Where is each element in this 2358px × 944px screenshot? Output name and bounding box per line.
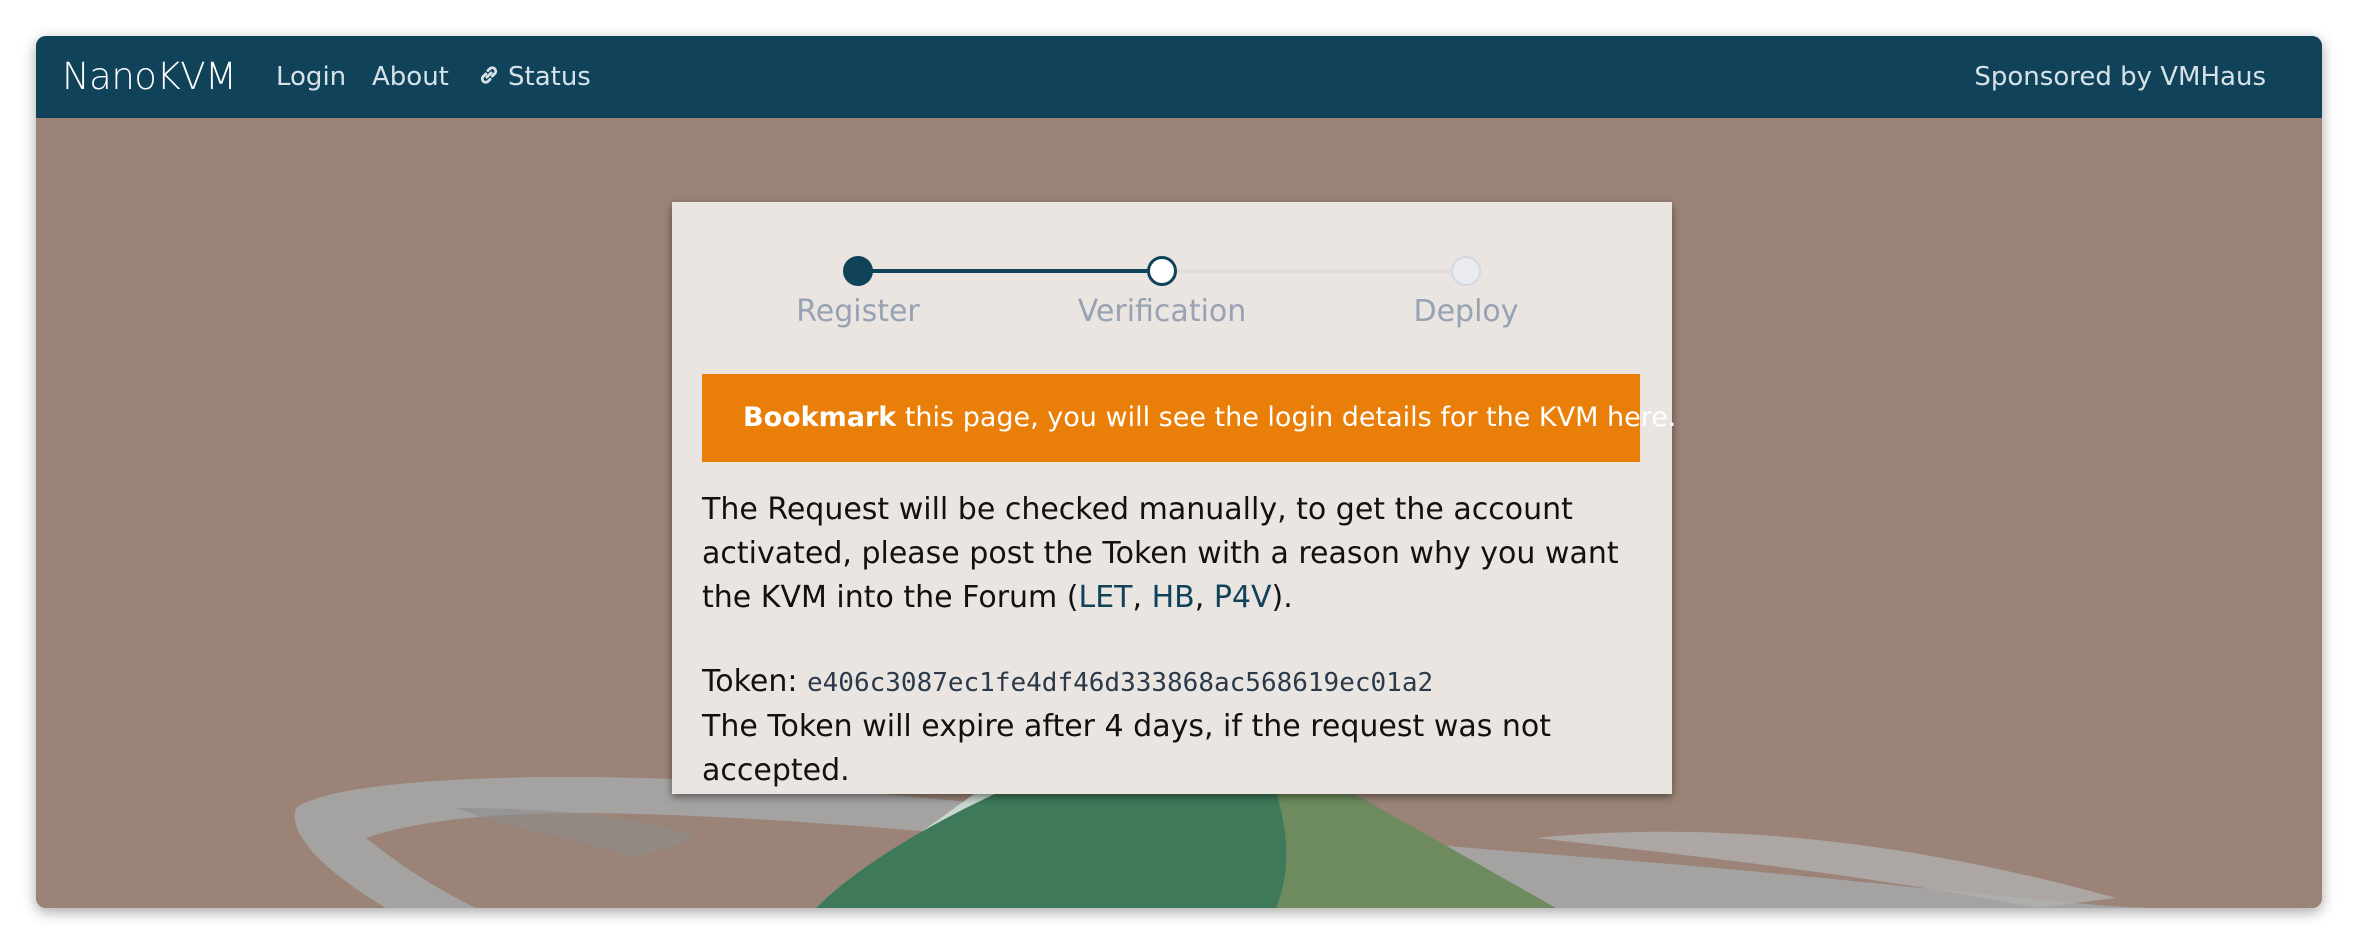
step-connector-pending [1162,269,1466,273]
registration-card: Register Verification Deploy Bookmark th… [672,202,1676,794]
token-block: Token: e406c3087ec1fe4df46d333868ac56861… [702,660,1662,793]
token-label: Token: [702,664,807,699]
nav-link-status[interactable]: Status [476,36,591,118]
forum-link-hb[interactable]: HB [1152,580,1195,615]
instructions-end: ). [1271,580,1293,615]
step-dot-verification [1147,256,1177,286]
forum-link-p4v[interactable]: P4V [1214,580,1272,615]
alert-bold: Bookmark [743,402,897,433]
nav-link-about[interactable]: About [372,36,449,118]
sponsor-text[interactable]: Sponsored by VMHaus [1974,36,2266,118]
nav-link-login[interactable]: Login [276,36,346,118]
step-dot-deploy [1451,256,1481,286]
step-label-deploy: Deploy [1413,294,1519,329]
step-dot-register [843,256,873,286]
token-expiry: The Token will expire after 4 days, if t… [702,709,1552,788]
navbar: NanoKVM Login About Status Sponsored by … [36,36,2322,118]
brand-logo[interactable]: NanoKVM [62,36,237,118]
step-label-verification: Verification [1077,294,1247,329]
browser-window: NanoKVM Login About Status Sponsored by … [36,36,2322,908]
alert-text: this page, you will see the login detail… [896,402,1677,433]
forum-link-let[interactable]: LET [1079,580,1133,615]
instructions-text: The Request will be checked manually, to… [702,492,1619,615]
step-label-register: Register [796,294,920,329]
token-line: Token: e406c3087ec1fe4df46d333868ac56861… [702,660,1662,705]
step-connector-done [858,269,1162,273]
progress-stepper: Register Verification Deploy [672,202,1672,342]
nav-link-status-label: Status [508,62,591,92]
token-value[interactable]: e406c3087ec1fe4df46d333868ac568619ec01a2 [807,668,1433,698]
link-icon [480,66,498,84]
bookmark-alert: Bookmark this page, you will see the log… [702,374,1676,462]
